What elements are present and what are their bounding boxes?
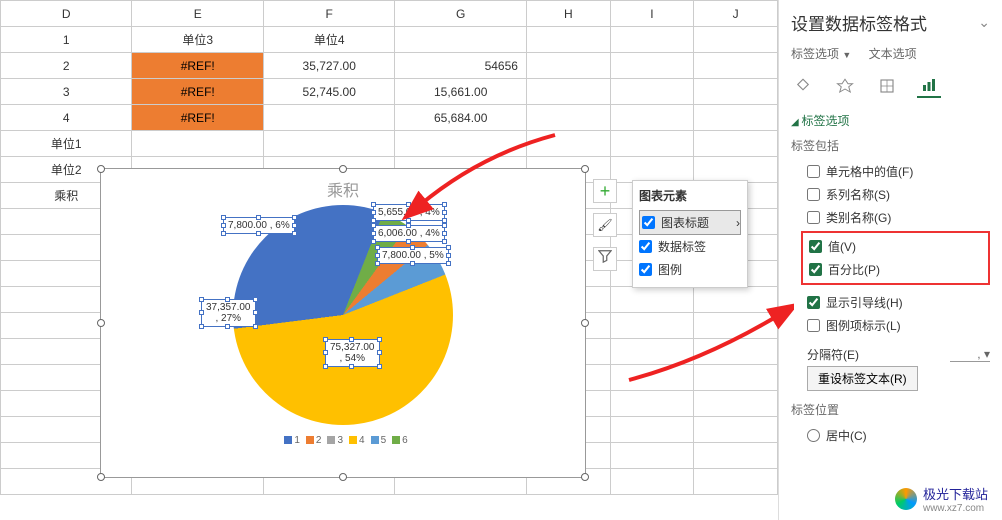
subhead-label-contains: 标签包括: [791, 137, 990, 154]
watermark-logo-icon: [895, 488, 917, 510]
cell[interactable]: 4: [1, 105, 132, 131]
size-icon[interactable]: [875, 74, 899, 98]
separator-dropdown[interactable]: , ▾: [950, 347, 990, 362]
data-label[interactable]: 7,800.00 , 6%: [223, 217, 295, 234]
label-options-icon[interactable]: [917, 74, 941, 98]
cell[interactable]: 52,745.00: [263, 79, 394, 105]
flyout-item-legend[interactable]: 图例: [639, 258, 741, 281]
legend-item[interactable]: 6: [402, 435, 408, 446]
opt-percentage[interactable]: 百分比(P): [803, 258, 988, 281]
annotation-arrow-icon: [614, 290, 794, 390]
panel-title: 设置数据标签格式: [791, 10, 927, 35]
section-label-options[interactable]: 标签选项: [791, 112, 990, 129]
chevron-right-icon[interactable]: ›: [736, 216, 740, 230]
cell[interactable]: 15,661.00: [395, 79, 526, 105]
chart-elements-button[interactable]: +: [593, 179, 617, 203]
col-header-E[interactable]: E: [132, 1, 263, 27]
watermark-url: www.xz7.com: [923, 503, 988, 514]
format-data-labels-panel: 设置数据标签格式 ⌄ 标签选项 ▼ 文本选项 标签选项 标签包括 单元格中的值(…: [778, 0, 1002, 520]
separator-row: 分隔符(E) , ▾: [791, 343, 990, 366]
cell[interactable]: [263, 105, 394, 131]
spreadsheet-area: D E F G H I J 1 单位3 单位4 2 #REF! 35,727.0…: [0, 0, 778, 520]
tab-label-options[interactable]: 标签选项 ▼: [791, 47, 851, 61]
legend-item[interactable]: 2: [316, 435, 322, 446]
flyout-label: 图例: [658, 261, 682, 278]
effects-icon[interactable]: [833, 74, 857, 98]
reset-label-text-button[interactable]: 重设标签文本(R): [807, 366, 918, 391]
cell[interactable]: 2: [1, 53, 132, 79]
legend-item[interactable]: 4: [359, 435, 365, 446]
cell[interactable]: [694, 105, 778, 131]
flyout-label: 图表标题: [661, 214, 709, 231]
pos-center[interactable]: 居中(C): [791, 424, 990, 447]
cell[interactable]: 单位3: [132, 27, 263, 53]
legend-item[interactable]: 5: [381, 435, 387, 446]
col-header-H[interactable]: H: [526, 1, 610, 27]
cell[interactable]: [610, 79, 694, 105]
data-label[interactable]: 75,327.00 , 54%: [325, 339, 380, 367]
cell[interactable]: [395, 27, 526, 53]
cell[interactable]: 1: [1, 27, 132, 53]
opt-legend-key[interactable]: 图例项标示(L): [791, 314, 990, 337]
flyout-checkbox[interactable]: [639, 240, 652, 253]
flyout-item-data-labels[interactable]: 数据标签: [639, 235, 741, 258]
table-row[interactable]: 单位1: [1, 131, 778, 157]
cell-error[interactable]: #REF!: [132, 105, 263, 131]
opt-leader-lines[interactable]: 显示引导线(H): [791, 291, 990, 314]
flyout-item-chart-title[interactable]: 图表标题 ›: [639, 210, 741, 235]
cell[interactable]: [610, 105, 694, 131]
flyout-title: 图表元素: [639, 187, 741, 204]
table-row[interactable]: 4 #REF! 65,684.00: [1, 105, 778, 131]
chevron-down-icon[interactable]: ⌄: [978, 14, 990, 31]
cell[interactable]: [694, 79, 778, 105]
chart-styles-button[interactable]: 🖌: [593, 213, 617, 237]
row-label[interactable]: 单位1: [1, 131, 132, 157]
chart-legend[interactable]: 1 2 3 4 5 6: [101, 429, 585, 446]
data-label[interactable]: 37,357.00 , 27%: [201, 299, 256, 327]
cell[interactable]: 54656: [395, 53, 526, 79]
cell[interactable]: [526, 79, 610, 105]
cell[interactable]: [610, 27, 694, 53]
cell[interactable]: [694, 27, 778, 53]
annotation-arrow-icon: [400, 120, 570, 220]
legend-item[interactable]: 1: [294, 435, 300, 446]
cell[interactable]: 35,727.00: [263, 53, 394, 79]
col-header-J[interactable]: J: [694, 1, 778, 27]
flyout-checkbox[interactable]: [642, 216, 655, 229]
subhead-label-position: 标签位置: [791, 401, 990, 418]
cell[interactable]: 单位4: [263, 27, 394, 53]
watermark: 极光下载站 www.xz7.com: [895, 484, 988, 514]
flyout-label: 数据标签: [658, 238, 706, 255]
col-header-F[interactable]: F: [263, 1, 394, 27]
opt-category-name[interactable]: 类别名称(G): [791, 206, 990, 229]
cell[interactable]: [610, 53, 694, 79]
highlight-box: 值(V) 百分比(P): [801, 231, 990, 285]
table-row[interactable]: 1 单位3 单位4: [1, 27, 778, 53]
data-label[interactable]: 6,006.00 , 4%: [373, 225, 445, 242]
cell[interactable]: [694, 53, 778, 79]
cell-error[interactable]: #REF!: [132, 79, 263, 105]
legend-item[interactable]: 3: [337, 435, 343, 446]
table-row[interactable]: 3 #REF! 52,745.00 15,661.00: [1, 79, 778, 105]
cell-error[interactable]: #REF!: [132, 53, 263, 79]
cell[interactable]: 3: [1, 79, 132, 105]
col-header-G[interactable]: G: [395, 1, 526, 27]
table-row[interactable]: 2 #REF! 35,727.00 54656: [1, 53, 778, 79]
chart-filter-button[interactable]: [593, 247, 617, 271]
cell[interactable]: [526, 53, 610, 79]
col-header-D[interactable]: D: [1, 1, 132, 27]
watermark-brand: 极光下载站: [923, 484, 988, 503]
flyout-checkbox[interactable]: [639, 263, 652, 276]
chart-elements-flyout: 图表元素 图表标题 › 数据标签 图例: [632, 180, 748, 288]
opt-cell-value[interactable]: 单元格中的值(F): [791, 160, 990, 183]
cell[interactable]: [526, 27, 610, 53]
opt-value[interactable]: 值(V): [803, 235, 988, 258]
col-header-I[interactable]: I: [610, 1, 694, 27]
fill-icon[interactable]: [791, 74, 815, 98]
opt-series-name[interactable]: 系列名称(S): [791, 183, 990, 206]
tab-text-options[interactable]: 文本选项: [869, 47, 917, 61]
data-label[interactable]: 7,800.00 , 5%: [377, 247, 449, 264]
